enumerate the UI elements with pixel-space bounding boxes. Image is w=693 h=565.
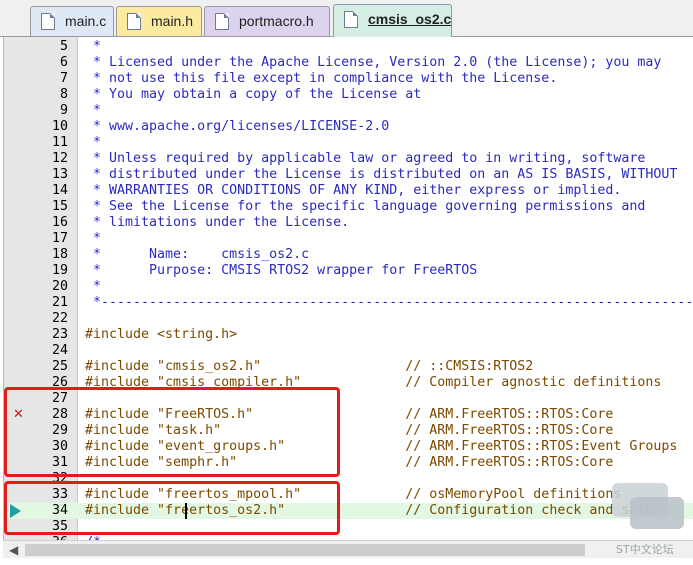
chat-bubble-icon (630, 497, 684, 529)
line-text: * Purpose: CMSIS RTOS2 wrapper for FreeR… (85, 263, 478, 278)
code-line[interactable]: 16 * limitations under the License. (4, 215, 693, 231)
line-number: 17 (51, 231, 68, 246)
tab-cmsis-os2-c[interactable]: cmsis_os2.c (333, 4, 452, 37)
tab-label: portmacro.h (239, 13, 314, 29)
code-line[interactable]: 18 * Name: cmsis_os2.c (4, 247, 693, 263)
line-text: * (85, 231, 102, 246)
code-line[interactable]: 15 * See the License for the specific la… (4, 199, 693, 215)
highlight-box-freertos-includes (4, 387, 340, 477)
c-file-icon (344, 11, 358, 28)
line-number: 10 (51, 119, 68, 134)
watermark-text: ST中文论坛 (616, 543, 674, 556)
line-text: * www.apache.org/licenses/LICENSE-2.0 (85, 119, 390, 134)
line-text: * (85, 103, 102, 118)
line-text: * Licensed under the Apache License, Ver… (85, 55, 662, 70)
tab-main-c[interactable]: main.c (30, 6, 114, 36)
line-text: * Unless required by applicable law or a… (85, 151, 646, 166)
line-text: * (85, 39, 102, 54)
line-number: 19 (51, 263, 68, 278)
code-line[interactable]: 17 * (4, 231, 693, 247)
line-text: #include <string.h> (85, 327, 238, 342)
line-text: * distributed under the License is distr… (85, 167, 678, 182)
line-number: 15 (51, 199, 68, 214)
line-number: 24 (51, 343, 68, 358)
line-text: * See the License for the specific langu… (85, 199, 646, 214)
line-number: 12 (51, 151, 68, 166)
code-line[interactable]: 20 * (4, 279, 693, 295)
line-text: * Name: cmsis_os2.c (85, 247, 310, 262)
code-editor[interactable]: 5 * 6 * Licensed under the Apache Licens… (3, 37, 693, 540)
line-number: 13 (51, 167, 68, 182)
h-file-icon (127, 13, 141, 30)
line-number: 18 (51, 247, 68, 262)
code-line[interactable]: 8 * You may obtain a copy of the License… (4, 87, 693, 103)
line-number: 25 (51, 359, 68, 374)
forum-watermark: ST中文论坛 (612, 483, 692, 561)
code-line[interactable]: 24 (4, 343, 693, 359)
code-line[interactable]: 22 (4, 311, 693, 327)
tab-label: main.h (151, 13, 194, 29)
line-number: 20 (51, 279, 68, 294)
tab-label: main.c (65, 13, 107, 29)
line-text: * WARRANTIES OR CONDITIONS OF ANY KIND, … (85, 183, 622, 198)
line-text: * (85, 279, 102, 294)
line-number: 6 (59, 55, 68, 70)
line-number: 23 (51, 327, 68, 342)
c-file-icon (41, 13, 55, 30)
code-line[interactable]: 11 * (4, 135, 693, 151)
line-text: * limitations under the License. (85, 215, 350, 230)
line-number: 5 (59, 39, 68, 54)
line-text: * You may obtain a copy of the License a… (85, 87, 422, 102)
line-number: 16 (51, 215, 68, 230)
code-line[interactable]: 19 * Purpose: CMSIS RTOS2 wrapper for Fr… (4, 263, 693, 279)
code-line[interactable]: 6 * Licensed under the Apache License, V… (4, 55, 693, 71)
line-number: 9 (59, 103, 68, 118)
h-file-icon (215, 13, 229, 30)
highlight-box-os2-includes (4, 481, 340, 535)
scrollbar-thumb[interactable] (25, 544, 585, 556)
line-number: 14 (51, 183, 68, 198)
code-line[interactable]: 5 * (4, 39, 693, 55)
tab-main-h[interactable]: main.h (116, 6, 202, 36)
line-number: 8 (59, 87, 68, 102)
code-line[interactable]: 12 * Unless required by applicable law o… (4, 151, 693, 167)
line-text: * not use this file except in compliance… (85, 71, 558, 86)
line-text: * (85, 135, 102, 150)
line-number: 22 (51, 311, 68, 326)
scroll-left-arrow-icon[interactable]: ◀ (9, 544, 18, 556)
code-line[interactable]: 25 #include "cmsis_os2.h" // ::CMSIS:RTOS… (4, 359, 693, 375)
line-text: *---------------------------------------… (85, 295, 693, 310)
code-line[interactable]: 10 * www.apache.org/licenses/LICENSE-2.0 (4, 119, 693, 135)
line-text: #include "cmsis_os2.h" // ::CMSIS:RTOS2 (85, 359, 534, 374)
line-number: 21 (51, 295, 68, 310)
editor-tab-bar: main.c main.h portmacro.h cmsis_os2.c (0, 0, 693, 37)
tab-portmacro-h[interactable]: portmacro.h (204, 6, 330, 36)
tab-label: cmsis_os2.c (368, 11, 452, 27)
code-line[interactable]: 14 * WARRANTIES OR CONDITIONS OF ANY KIN… (4, 183, 693, 199)
code-line[interactable]: 13 * distributed under the License is di… (4, 167, 693, 183)
code-line[interactable]: 9 * (4, 103, 693, 119)
bottom-edge (0, 558, 693, 565)
code-line[interactable]: 21 *------------------------------------… (4, 295, 693, 311)
code-line[interactable]: 23 #include <string.h> (4, 327, 693, 343)
line-number: 11 (51, 135, 68, 150)
line-number: 7 (59, 71, 68, 86)
horizontal-scrollbar[interactable]: ◀ (3, 540, 693, 559)
code-line[interactable]: 7 * not use this file except in complian… (4, 71, 693, 87)
